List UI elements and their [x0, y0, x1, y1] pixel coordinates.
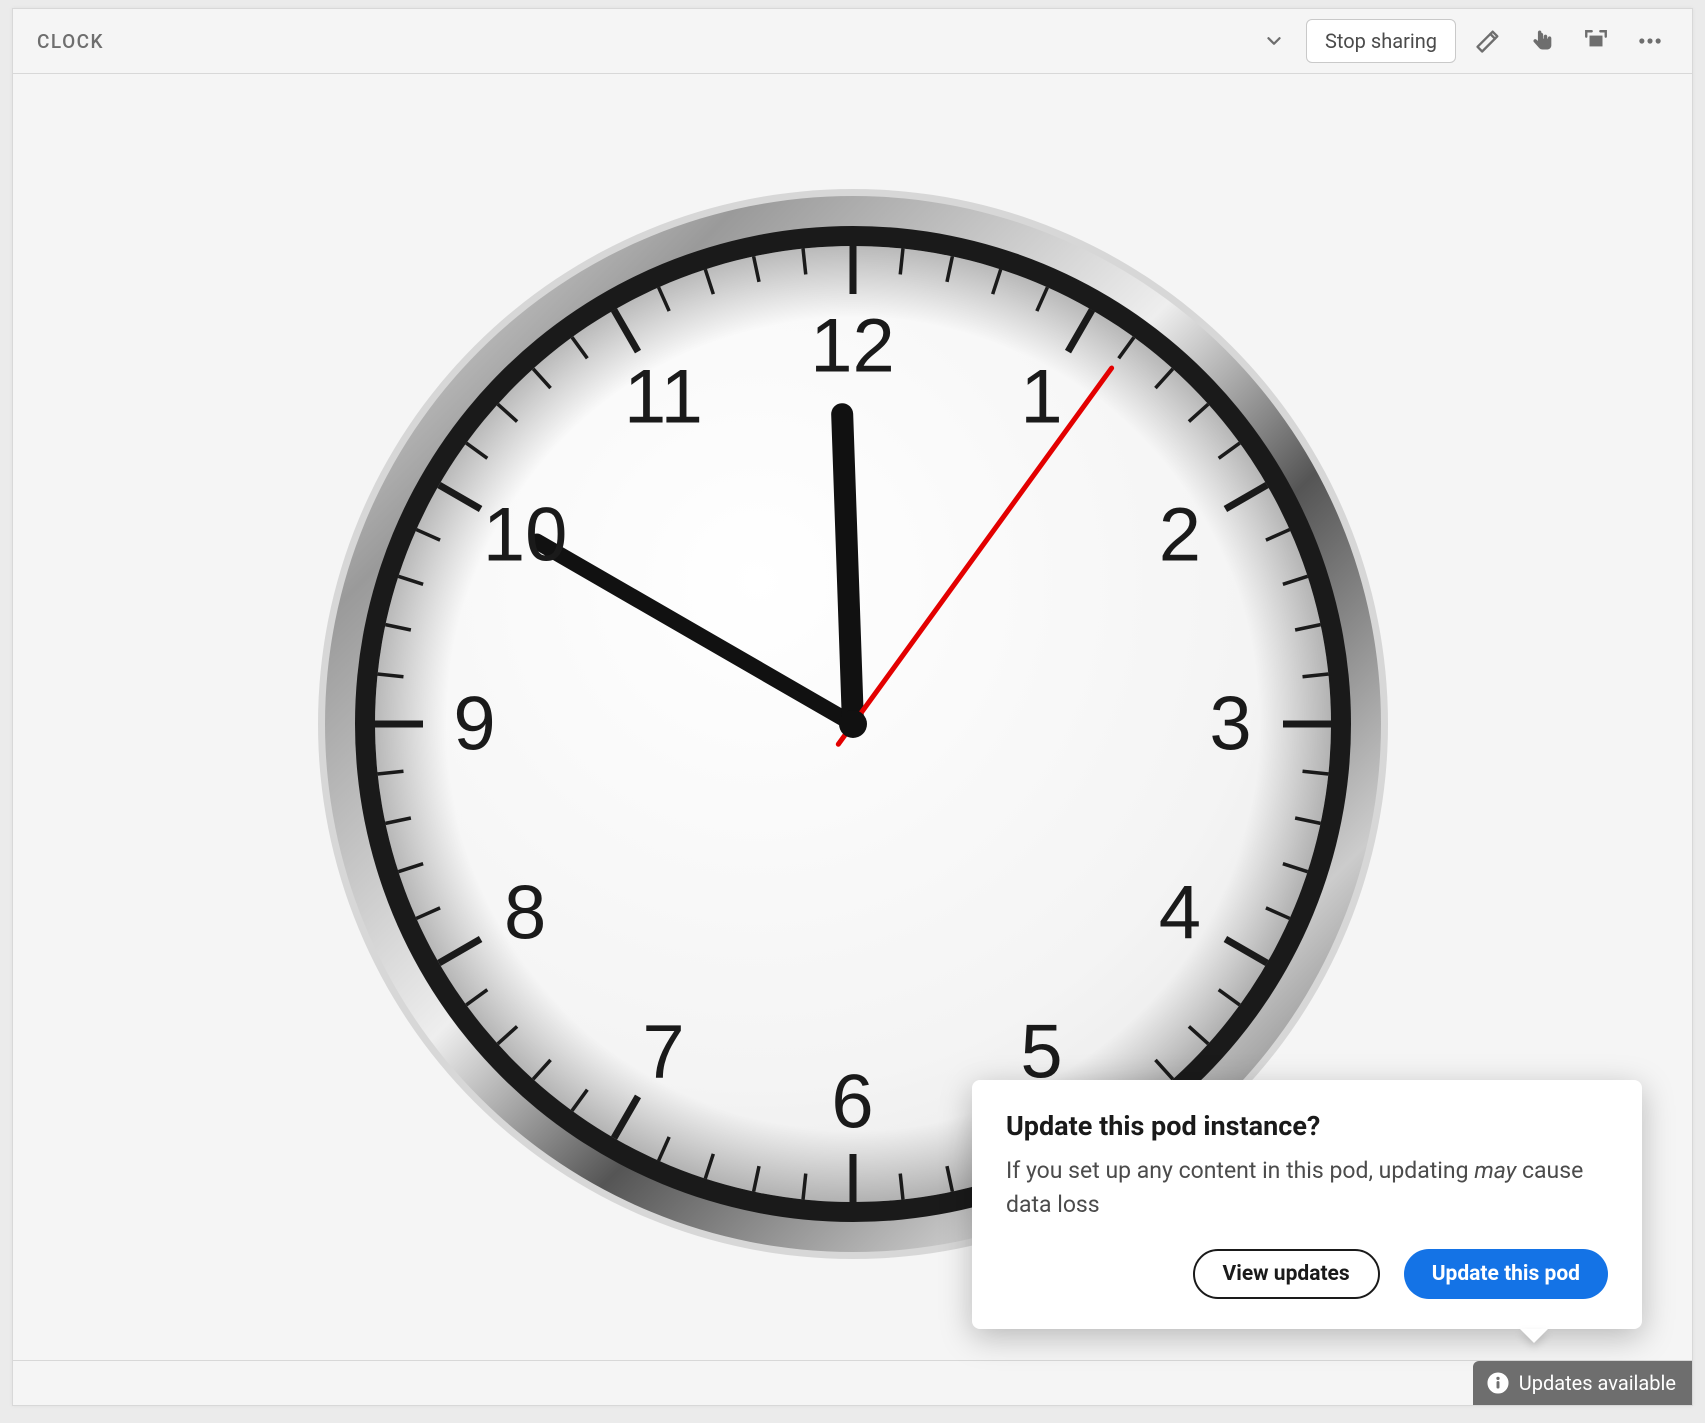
- popover-title: Update this pod instance?: [1006, 1110, 1608, 1142]
- popover-body: If you set up any content in this pod, u…: [1006, 1154, 1608, 1221]
- pencil-icon: [1474, 27, 1502, 55]
- popover-actions: View updates Update this pod: [1006, 1249, 1608, 1299]
- clock-numeral: 12: [810, 303, 895, 390]
- clock-numeral: 4: [1159, 870, 1201, 957]
- clock-pod: CLOCK Stop sharing: [12, 8, 1693, 1406]
- pod-titlebar: CLOCK Stop sharing: [13, 9, 1692, 74]
- clock-numeral: 10: [483, 492, 568, 579]
- update-popover: Update this pod instance? If you set up …: [972, 1080, 1642, 1329]
- fullscreen-icon: [1583, 28, 1609, 54]
- clock-numeral: 2: [1159, 492, 1201, 579]
- clock-numeral: 9: [453, 681, 495, 768]
- clock-numeral: 8: [504, 870, 546, 957]
- stop-sharing-label: Stop sharing: [1325, 29, 1437, 53]
- more-horizontal-icon: [1636, 27, 1664, 55]
- update-this-pod-button[interactable]: Update this pod: [1404, 1249, 1608, 1299]
- stop-sharing-button[interactable]: Stop sharing: [1306, 19, 1456, 63]
- clock-numeral: 7: [642, 1008, 684, 1095]
- clock-numeral: 11: [624, 353, 703, 440]
- more-options-button[interactable]: [1628, 19, 1672, 63]
- pod-title: CLOCK: [37, 30, 104, 53]
- popover-arrow: [1520, 1329, 1548, 1343]
- draw-tool-button[interactable]: [1466, 19, 1510, 63]
- pointer-tool-button[interactable]: [1520, 19, 1564, 63]
- clock-numeral: 1: [1020, 353, 1062, 440]
- fullscreen-button[interactable]: [1574, 19, 1618, 63]
- pod-footer-divider: [13, 1360, 1692, 1361]
- pod-canvas: 121234567891011 Update this pod instance…: [13, 74, 1692, 1405]
- info-icon: [1487, 1372, 1509, 1394]
- hand-pointer-icon: [1528, 27, 1556, 55]
- updates-available-chip[interactable]: Updates available: [1473, 1361, 1692, 1405]
- clock-numeral: 3: [1209, 681, 1251, 768]
- view-updates-button[interactable]: View updates: [1193, 1249, 1380, 1299]
- chevron-down-icon: [1263, 30, 1285, 52]
- clock-numeral: 6: [831, 1059, 873, 1146]
- updates-available-label: Updates available: [1519, 1371, 1676, 1395]
- pod-menu-dropdown[interactable]: [1252, 19, 1296, 63]
